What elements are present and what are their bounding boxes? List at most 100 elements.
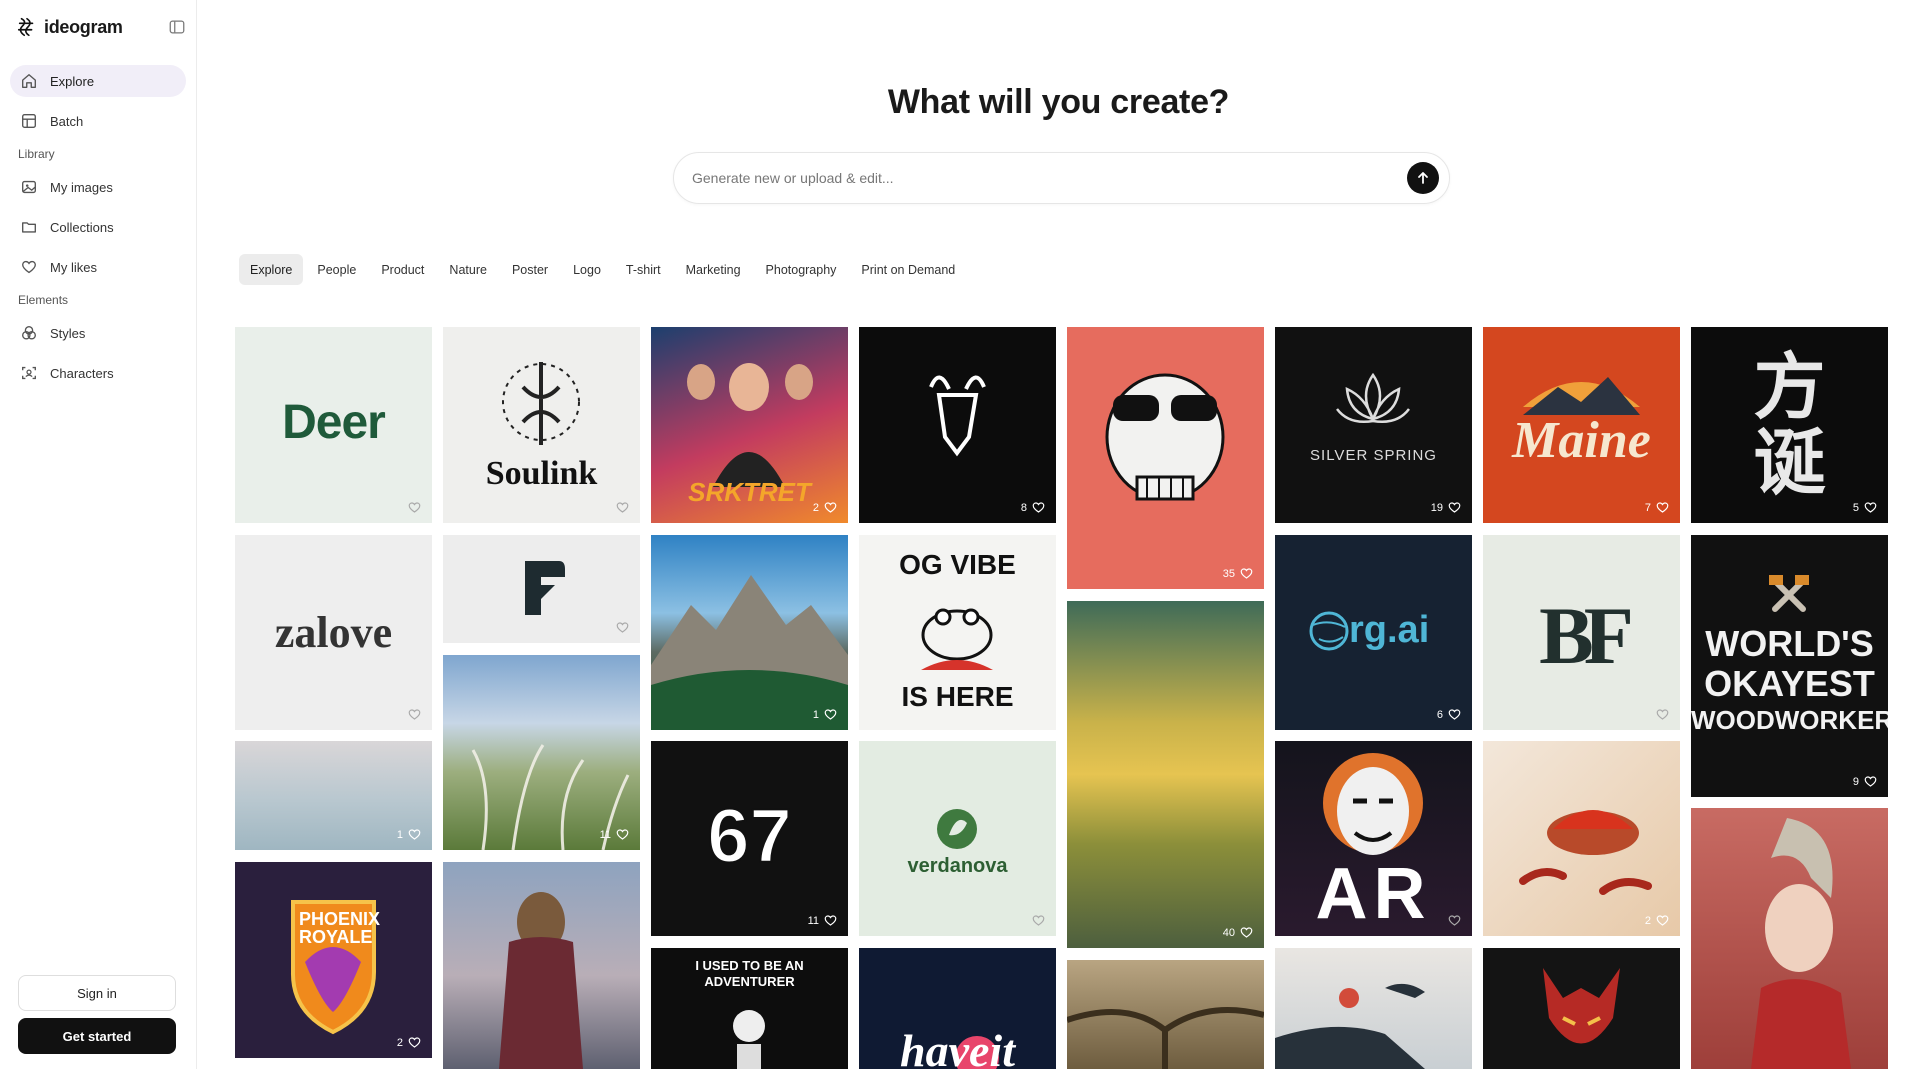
gallery-item-portrait[interactable] xyxy=(1691,808,1888,1069)
folder-icon xyxy=(22,222,36,233)
tile-text: zalove xyxy=(274,608,393,657)
like-button[interactable]: 11 xyxy=(808,913,838,928)
sign-in-button[interactable]: Sign in xyxy=(18,975,176,1011)
like-button[interactable]: 11 xyxy=(600,827,630,842)
get-started-button[interactable]: Get started xyxy=(18,1018,176,1054)
like-count: 7 xyxy=(1644,501,1651,514)
like-button[interactable]: 19 xyxy=(1431,500,1462,515)
heart-icon xyxy=(616,622,629,633)
like-button[interactable] xyxy=(611,500,630,515)
like-button[interactable] xyxy=(611,620,630,635)
like-button[interactable]: 1 xyxy=(397,827,422,842)
tab-people[interactable]: People xyxy=(306,254,367,285)
heart-icon xyxy=(1864,502,1877,513)
page-title: What will you create? xyxy=(887,83,1230,121)
gallery-item-67[interactable]: 67 11 xyxy=(651,741,848,936)
woman-portrait-icon xyxy=(1751,818,1851,1069)
gallery-item-tree[interactable] xyxy=(1067,960,1264,1069)
gallery-item-haveit[interactable]: haveit xyxy=(859,948,1056,1069)
gallery-item-golden-sky[interactable]: 40 xyxy=(1067,601,1264,948)
gallery-item-soulink[interactable]: Soulink xyxy=(443,327,640,523)
gallery-item-og-vibe[interactable]: OG VIBE IS HERE xyxy=(859,535,1056,730)
like-count: 1 xyxy=(396,828,403,841)
like-button[interactable] xyxy=(1651,707,1670,722)
phoenix-shield-icon xyxy=(290,900,376,1035)
tab-poster[interactable]: Poster xyxy=(501,254,559,285)
like-count: 6 xyxy=(1436,708,1443,721)
like-button[interactable]: 2 xyxy=(397,1035,422,1050)
heart-icon xyxy=(1656,502,1669,513)
like-button[interactable]: 6 xyxy=(1437,707,1462,722)
gallery-item-red-dragon[interactable] xyxy=(1483,948,1680,1069)
gallery-item-org-ai[interactable]: rg.ai 6 xyxy=(1275,535,1472,730)
gallery-item-verdanova[interactable]: verdanova xyxy=(859,741,1056,936)
like-button[interactable]: 9 xyxy=(1853,774,1878,789)
gallery-item-bf[interactable]: BF xyxy=(1483,535,1680,730)
gallery-item-sea[interactable]: 1 xyxy=(235,741,432,850)
like-button[interactable]: 40 xyxy=(1223,925,1254,940)
gallery-item-phoenix[interactable]: PHOENIX ROYALE 2 xyxy=(235,862,432,1058)
like-button[interactable]: 35 xyxy=(1223,566,1254,581)
tab-explore[interactable]: Explore xyxy=(239,254,304,285)
gallery-item-woodworker[interactable]: WORLD'S OKAYEST WOODWORKER 9 xyxy=(1691,535,1888,797)
heart-icon xyxy=(1448,502,1461,513)
nav-item-explore[interactable]: Explore xyxy=(10,65,186,97)
tab-photography[interactable]: Photography xyxy=(755,254,848,285)
gallery-item-skull[interactable]: 35 xyxy=(1067,327,1264,589)
gallery-item-grass[interactable]: 11 xyxy=(443,655,640,850)
like-button[interactable]: 8 xyxy=(1021,500,1046,515)
gallery-item-deer[interactable]: Deer xyxy=(235,327,432,523)
logo[interactable]: ideogram xyxy=(16,14,186,40)
heart-icon xyxy=(22,260,36,274)
heart-icon xyxy=(408,502,421,513)
like-button[interactable] xyxy=(403,500,422,515)
tile-text: verdanova xyxy=(907,855,1008,877)
like-count: 5 xyxy=(1852,501,1859,514)
tab-product[interactable]: Product xyxy=(370,254,435,285)
nav-item-styles[interactable]: Styles xyxy=(10,317,186,349)
gallery-item-city-woman[interactable] xyxy=(443,862,640,1069)
gallery-item-goat[interactable]: 8 xyxy=(859,327,1056,523)
nav-item-my-likes[interactable]: My likes xyxy=(10,251,186,283)
nav-item-characters[interactable]: Characters xyxy=(10,357,186,389)
like-button[interactable]: 1 xyxy=(813,707,838,722)
submit-button[interactable] xyxy=(1407,162,1439,194)
like-button[interactable]: 7 xyxy=(1645,500,1670,515)
gallery-item-f-logo[interactable] xyxy=(443,535,640,643)
spice-bowl-icon xyxy=(1519,810,1652,895)
gallery-item-adventurer[interactable]: I USED TO BE AN ADVENTURER xyxy=(651,948,848,1069)
heart-icon xyxy=(824,502,837,513)
collapse-sidebar-icon[interactable] xyxy=(168,18,186,36)
gallery-item-maine[interactable]: Maine 7 xyxy=(1483,327,1680,523)
tab-logo[interactable]: Logo xyxy=(562,254,612,285)
prompt-input[interactable] xyxy=(692,170,1407,186)
nav-item-batch[interactable]: Batch xyxy=(10,105,186,137)
tab-t-shirt[interactable]: T-shirt xyxy=(615,254,672,285)
tab-nature[interactable]: Nature xyxy=(438,254,498,285)
like-button[interactable] xyxy=(403,707,422,722)
tab-print-on-demand[interactable]: Print on Demand xyxy=(850,254,966,285)
main-nav: Explore Batch Library My images Collecti… xyxy=(10,65,186,397)
gallery-item-poster-men[interactable]: SRKTRET 2 xyxy=(651,327,848,523)
heart-icon xyxy=(616,829,629,840)
nav-item-collections[interactable]: Collections xyxy=(10,211,186,243)
like-button[interactable] xyxy=(1443,913,1462,928)
gallery-item-calligraphy[interactable]: 方诞 5 xyxy=(1691,327,1888,523)
gallery-item-spice[interactable]: 2 xyxy=(1483,741,1680,936)
gallery-item-dragon-cliff[interactable] xyxy=(1275,948,1472,1069)
heart-icon xyxy=(824,709,837,720)
gallery-item-zalove[interactable]: zalove xyxy=(235,535,432,730)
tab-marketing[interactable]: Marketing xyxy=(675,254,752,285)
heart-icon xyxy=(824,915,837,926)
heart-icon xyxy=(408,829,421,840)
like-button[interactable]: 5 xyxy=(1853,500,1878,515)
like-count: 8 xyxy=(1020,501,1027,514)
like-button[interactable] xyxy=(1027,913,1046,928)
gallery-item-mountains[interactable]: 1 xyxy=(651,535,848,730)
like-button[interactable]: 2 xyxy=(813,500,838,515)
like-button[interactable]: 2 xyxy=(1645,913,1670,928)
nav-item-my-images[interactable]: My images xyxy=(10,171,186,203)
gallery-item-ar-mask[interactable]: AR xyxy=(1275,741,1472,936)
gallery-item-silver-spring[interactable]: SILVER SPRING 19 xyxy=(1275,327,1472,523)
sidebar: ideogram Explore Batch Library My images… xyxy=(0,0,197,1069)
